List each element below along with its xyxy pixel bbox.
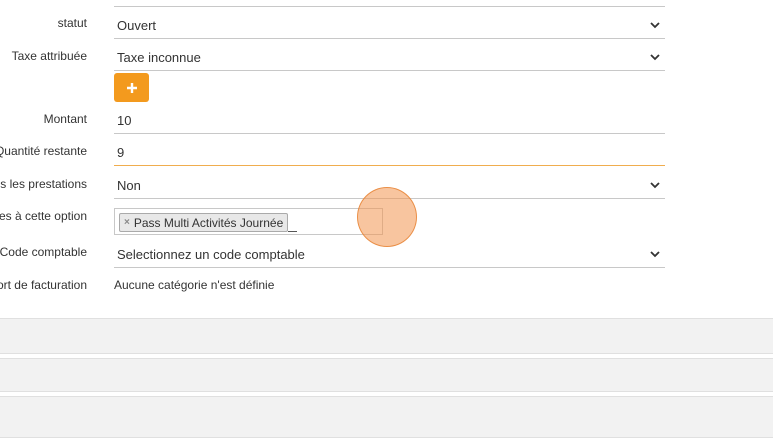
montant-input[interactable]: 10: [114, 108, 665, 134]
top-field-border: [114, 6, 665, 7]
prestations-value: Non: [117, 178, 141, 193]
collapsed-panel[interactable]: [0, 318, 773, 354]
statut-select[interactable]: Ouvert: [114, 13, 665, 39]
option-tag-label: Pass Multi Activités Journée: [133, 215, 284, 230]
option-tag: × Pass Multi Activités Journée: [119, 213, 289, 232]
collapsed-panel[interactable]: [0, 396, 773, 438]
taxe-value: Taxe inconnue: [117, 50, 201, 65]
chevron-down-icon: [650, 251, 660, 258]
text-caret: [288, 231, 297, 232]
statut-value: Ouvert: [117, 18, 157, 33]
quantite-label: Quantité restante: [0, 144, 87, 158]
click-indicator: [357, 187, 417, 247]
chevron-down-icon: [650, 22, 660, 29]
add-tax-button[interactable]: [114, 73, 149, 102]
chevron-down-icon: [650, 182, 660, 189]
code-comptable-label: Code comptable: [0, 245, 87, 259]
option-multiselect[interactable]: × Pass Multi Activités Journée: [114, 208, 383, 235]
collapsed-panel[interactable]: [0, 358, 773, 392]
statut-label: statut: [57, 16, 87, 30]
montant-label: Montant: [43, 112, 87, 126]
plus-icon: [126, 82, 137, 93]
remove-icon[interactable]: ×: [124, 217, 130, 228]
facturation-label: ort de facturation: [0, 278, 87, 292]
montant-value: 10: [117, 113, 132, 128]
quantite-input[interactable]: 9: [114, 140, 665, 166]
taxe-select[interactable]: Taxe inconnue: [114, 45, 665, 71]
code-comptable-value: Selectionnez un code comptable: [117, 247, 305, 262]
quantite-value: 9: [117, 145, 125, 160]
chevron-down-icon: [650, 54, 660, 61]
prestations-label: es les prestations: [0, 177, 87, 191]
option-label: es à cette option: [0, 209, 87, 223]
facturation-value: Aucune catégorie n'est définie: [114, 278, 275, 292]
taxe-label: Taxe attribuée: [11, 49, 87, 63]
